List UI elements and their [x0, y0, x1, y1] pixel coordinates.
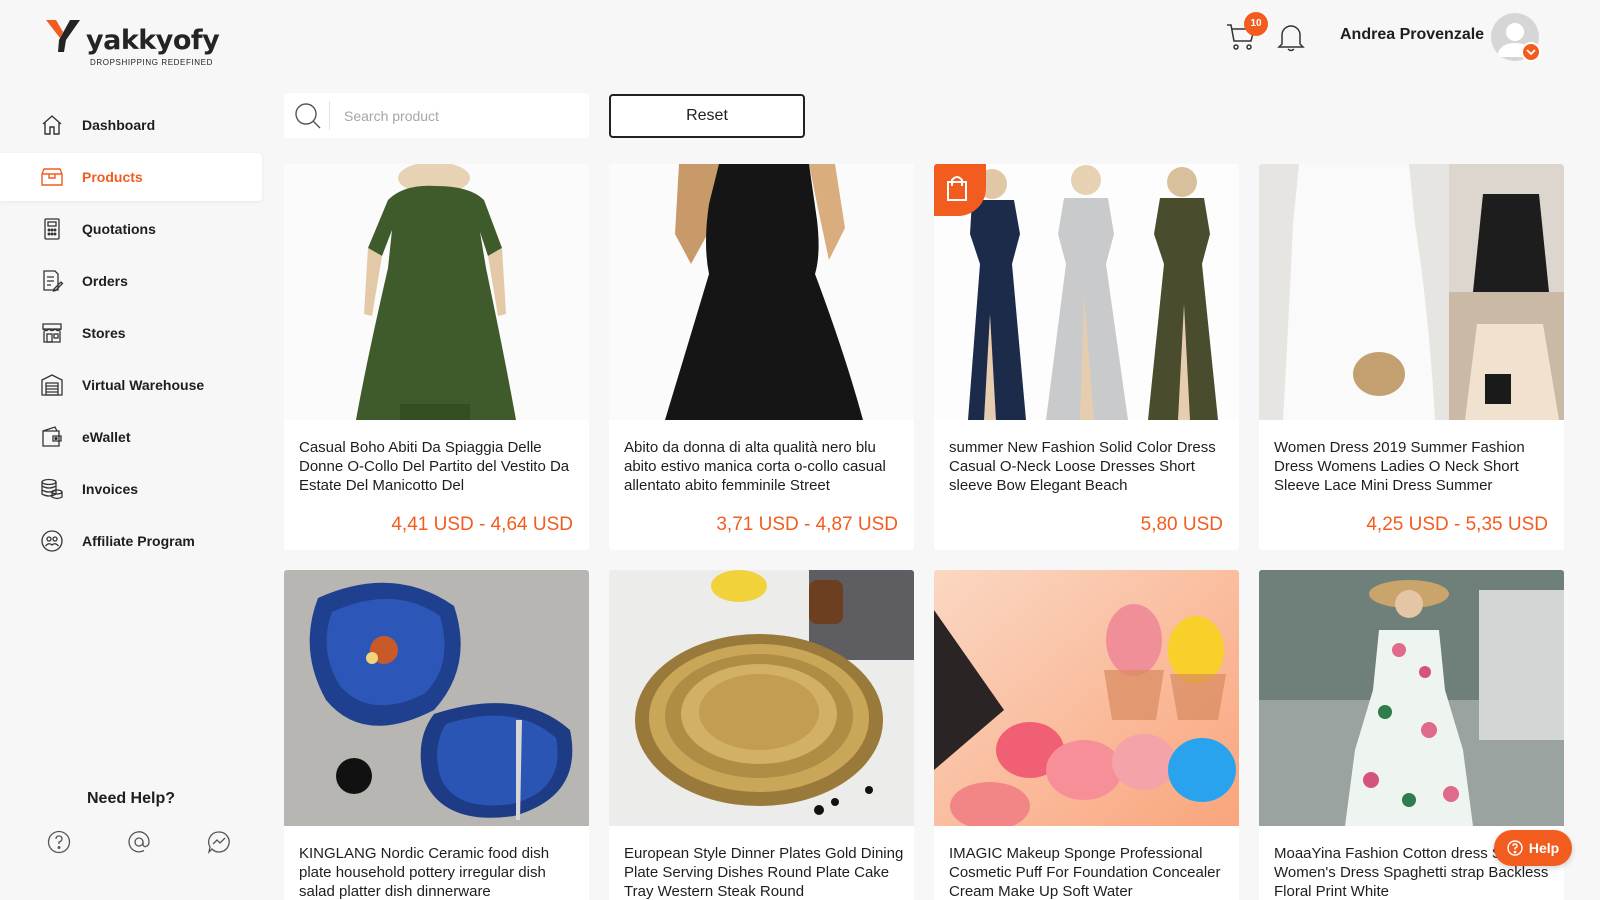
product-title[interactable]: European Style Dinner Plates Gold Dining…	[624, 844, 904, 900]
product-title[interactable]: IMAGIC Makeup Sponge Professional Cosmet…	[949, 844, 1229, 900]
product-card[interactable]: KINGLANG Nordic Ceramic food dish plate …	[284, 570, 589, 900]
product-title[interactable]: Casual Boho Abiti Da Spiaggia Delle Donn…	[299, 438, 579, 495]
product-image[interactable]	[934, 570, 1239, 826]
product-card[interactable]: European Style Dinner Plates Gold Dining…	[609, 570, 914, 900]
logo-icon	[46, 20, 80, 52]
sidebar-item-quotations[interactable]: Quotations	[0, 205, 262, 253]
home-icon	[40, 113, 64, 137]
sidebar-item-label: Quotations	[82, 221, 156, 237]
product-image[interactable]	[1259, 164, 1564, 420]
coins-icon	[40, 477, 64, 501]
sidebar-item-label: Stores	[82, 325, 126, 341]
email-icon[interactable]	[127, 830, 151, 854]
question-icon[interactable]	[47, 830, 71, 854]
product-price: 4,25 USD - 5,35 USD	[1366, 514, 1548, 535]
search-bar	[284, 93, 589, 138]
need-help-section: Need Help?	[0, 790, 262, 854]
shopping-bag-icon	[947, 176, 967, 201]
chat-icon[interactable]	[207, 830, 231, 854]
affiliate-icon	[40, 529, 64, 553]
help-button-label: Help	[1528, 840, 1560, 856]
reset-button[interactable]: Reset	[609, 94, 805, 138]
brand-tagline: DROPSHIPPING REDEFINED	[90, 58, 213, 67]
sidebar-item-dashboard[interactable]: Dashboard	[0, 101, 262, 149]
product-title[interactable]: Women Dress 2019 Summer Fashion Dress Wo…	[1274, 438, 1554, 495]
sidebar-item-invoices[interactable]: Invoices	[0, 465, 262, 513]
product-price: 5,80 USD	[1140, 514, 1223, 535]
product-image[interactable]	[609, 570, 914, 826]
box-icon	[40, 165, 64, 189]
sidebar-item-label: Affiliate Program	[82, 533, 195, 549]
sidebar-item-label: Virtual Warehouse	[82, 377, 205, 393]
notification-bell-icon[interactable]	[1277, 22, 1305, 52]
product-card[interactable]: Women Dress 2019 Summer Fashion Dress Wo…	[1259, 164, 1564, 550]
search-input[interactable]	[344, 101, 574, 130]
chevron-down-icon	[1526, 49, 1536, 56]
sidebar-item-virtual-warehouse[interactable]: Virtual Warehouse	[0, 361, 262, 409]
search-divider	[329, 101, 330, 130]
sidebar-item-stores[interactable]: Stores	[0, 309, 262, 357]
product-price: 4,41 USD - 4,64 USD	[391, 514, 573, 535]
sidebar-item-label: eWallet	[82, 429, 131, 445]
sidebar-item-affiliate-program[interactable]: Affiliate Program	[0, 517, 262, 565]
shopping-bag-badge	[934, 164, 986, 216]
question-icon	[1507, 840, 1523, 856]
product-price: 3,71 USD - 4,87 USD	[716, 514, 898, 535]
product-image[interactable]	[609, 164, 914, 420]
sidebar-item-label: Orders	[82, 273, 128, 289]
store-icon	[40, 321, 64, 345]
sidebar: yakkyofy DROPSHIPPING REDEFINED Dashboar…	[0, 0, 262, 900]
product-card[interactable]: IMAGIC Makeup Sponge Professional Cosmet…	[934, 570, 1239, 900]
sidebar-nav: Dashboard Products Quotations Orders Sto…	[0, 101, 262, 569]
need-help-title: Need Help?	[86, 790, 175, 807]
calculator-icon	[40, 217, 64, 241]
sidebar-item-label: Dashboard	[82, 117, 156, 133]
sidebar-item-label: Invoices	[82, 481, 139, 497]
brand-logo[interactable]: yakkyofy DROPSHIPPING REDEFINED	[44, 18, 220, 67]
warehouse-icon	[40, 373, 64, 397]
product-card[interactable]: Abito da donna di alta qualità nero blu …	[609, 164, 914, 550]
user-name[interactable]: Andrea Provenzale	[1340, 26, 1484, 44]
product-card[interactable]: summer New Fashion Solid Color Dress Cas…	[934, 164, 1239, 550]
product-image[interactable]	[284, 164, 589, 420]
sidebar-item-products[interactable]: Products	[0, 153, 262, 201]
search-icon[interactable]	[294, 102, 322, 130]
cart-count-badge: 10	[1244, 12, 1268, 36]
sidebar-item-orders[interactable]: Orders	[0, 257, 262, 305]
help-button[interactable]: Help	[1494, 830, 1572, 866]
product-image[interactable]	[1259, 570, 1564, 826]
orders-icon	[40, 269, 64, 293]
product-title[interactable]: KINGLANG Nordic Ceramic food dish plate …	[299, 844, 579, 900]
product-card[interactable]: Casual Boho Abiti Da Spiaggia Delle Donn…	[284, 164, 589, 550]
sidebar-item-ewallet[interactable]: eWallet	[0, 413, 262, 461]
sidebar-item-label: Products	[82, 169, 143, 185]
user-menu-dropdown[interactable]	[1521, 42, 1541, 62]
product-title[interactable]: summer New Fashion Solid Color Dress Cas…	[949, 438, 1229, 495]
product-image[interactable]	[284, 570, 589, 826]
product-title[interactable]: Abito da donna di alta qualità nero blu …	[624, 438, 904, 495]
wallet-icon	[40, 425, 64, 449]
